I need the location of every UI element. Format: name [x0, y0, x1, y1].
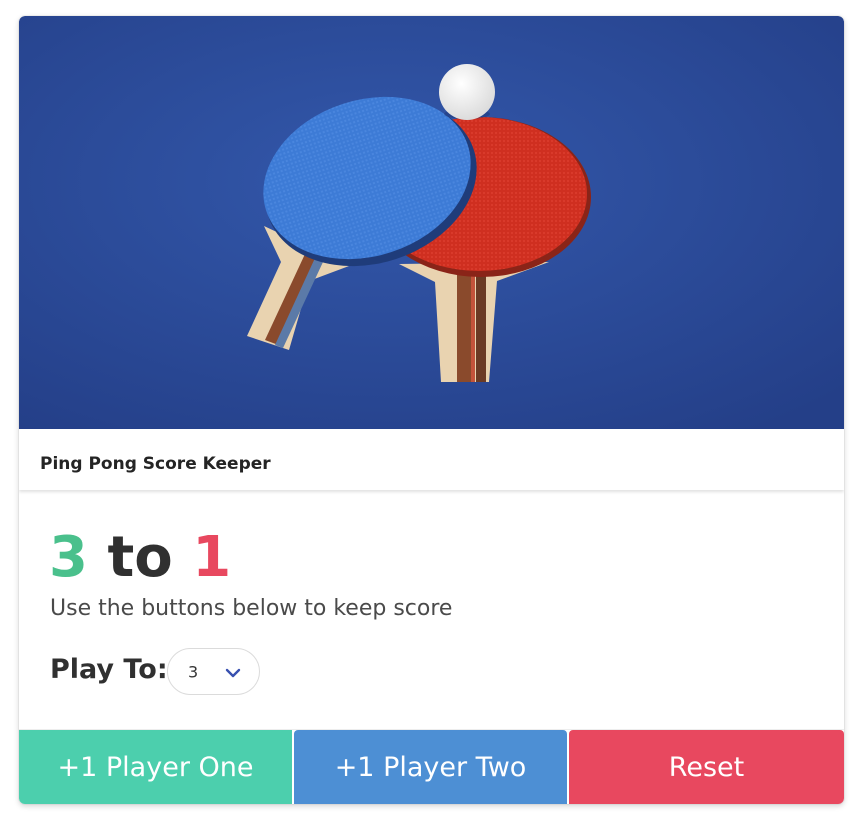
card-footer-buttons: +1 Player One +1 Player Two Reset	[19, 729, 844, 804]
instructions-text: Use the buttons below to keep score	[50, 596, 453, 621]
play-to-selected-value: 3	[188, 662, 199, 681]
player-two-score: 1	[192, 525, 232, 590]
card-title: Ping Pong Score Keeper	[40, 454, 271, 474]
score-display: 3 to 1	[49, 526, 231, 590]
add-player-two-point-button[interactable]: +1 Player Two	[294, 730, 567, 804]
card-content: 3 to 1 Use the buttons below to keep sco…	[19, 490, 844, 729]
chevron-down-icon	[224, 664, 242, 686]
card-header: Ping Pong Score Keeper	[19, 429, 844, 490]
add-player-one-point-button[interactable]: +1 Player One	[19, 730, 292, 804]
ping-pong-paddles-image	[19, 16, 844, 429]
play-to-label: Play To:	[50, 654, 168, 685]
reset-button[interactable]: Reset	[569, 730, 844, 804]
ping-pong-ball	[439, 64, 495, 120]
score-separator: to	[87, 525, 193, 590]
score-keeper-card: Ping Pong Score Keeper 3 to 1 Use the bu…	[19, 16, 844, 804]
play-to-select[interactable]: 3	[167, 648, 260, 695]
player-one-score: 3	[49, 525, 88, 590]
